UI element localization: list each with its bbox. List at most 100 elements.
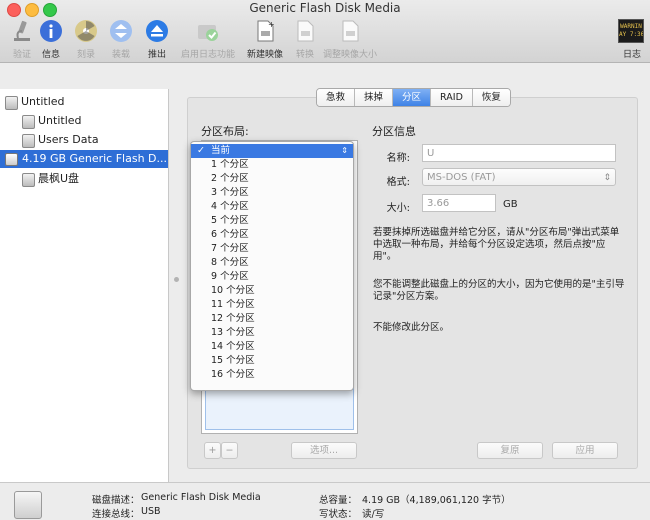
menu-item-label: 3 个分区	[211, 187, 249, 198]
menu-item-label: 8 个分区	[211, 257, 249, 268]
menu-item-partitions-3[interactable]: 3 个分区	[191, 186, 353, 200]
usb-drive-icon	[14, 491, 42, 519]
menu-item-label: 5 个分区	[211, 215, 249, 226]
menu-item-label: 2 个分区	[211, 173, 249, 184]
menu-item-partitions-15[interactable]: 15 个分区	[191, 354, 353, 368]
apply-button[interactable]: 应用	[552, 442, 618, 459]
eject-button[interactable]: 推出	[135, 18, 179, 60]
help-text-layout: 若要抹掉所选磁盘并给它分区，请从"分区布局"弹出式菜单中选取一种布局，并给每个分…	[373, 227, 620, 262]
menu-item-partitions-13[interactable]: 13 个分区	[191, 326, 353, 340]
menu-item-partitions-4[interactable]: 4 个分区	[191, 200, 353, 214]
menu-item-partitions-8[interactable]: 8 个分区	[191, 256, 353, 270]
enable-journal-label: 启用日志功能	[180, 50, 235, 60]
size-unit: GB	[503, 199, 518, 210]
log-label: 日志	[622, 50, 641, 60]
menu-item-partitions-9[interactable]: 9 个分区	[191, 270, 353, 284]
help-text-mbr: 您不能调整此磁盘上的分区的大小，因为它使用的是"主引导记录"分区方案。	[373, 279, 625, 302]
menu-item-partitions-1[interactable]: 1 个分区	[191, 158, 353, 172]
sidebar-item-label: 晨枫U盘	[38, 172, 80, 185]
menu-item-label: 13 个分区	[211, 327, 255, 338]
name-field[interactable]: U	[422, 144, 616, 162]
remove-partition-button[interactable]: −	[221, 442, 238, 459]
menu-item-label: 12 个分区	[211, 313, 255, 324]
capacity-value: 4.19 GB（4,189,061,120 字节）	[362, 495, 511, 506]
mount-icon	[110, 20, 132, 42]
usb-drive-icon	[5, 153, 18, 166]
sidebar-item-label: Users Data	[38, 133, 99, 146]
write-status-value: 读/写	[362, 509, 385, 520]
menu-item-current[interactable]: ✓ 当前 ⇕	[191, 144, 353, 158]
resize-image-icon	[342, 20, 359, 42]
menu-item-label: 1 个分区	[211, 159, 249, 170]
tab-bar: 急救 抹掉 分区 RAID 恢复	[316, 88, 511, 107]
tab-erase[interactable]: 抹掉	[355, 89, 394, 106]
enable-journal-button[interactable]: 启用日志功能	[181, 18, 235, 60]
resize-image-button[interactable]: 调整映像大小	[323, 18, 377, 60]
volume-icon	[22, 173, 35, 187]
size-label: 大小:	[386, 203, 410, 214]
split-view-handle[interactable]	[174, 277, 179, 282]
log-button[interactable]: WARNIN AY 7:36 日志	[610, 18, 650, 60]
disk-description-label: 磁盘描述：	[92, 495, 140, 506]
convert-icon	[297, 20, 314, 42]
size-field[interactable]: 3.66	[422, 194, 496, 212]
menu-item-label: 14 个分区	[211, 341, 255, 352]
journal-icon	[198, 25, 218, 41]
convert-button[interactable]: 转换	[283, 18, 327, 60]
menu-item-label: 9 个分区	[211, 271, 249, 282]
menu-item-label: 当前	[211, 145, 231, 156]
eject-label: 推出	[147, 50, 166, 60]
svg-text:+: +	[268, 20, 275, 29]
menu-item-partitions-16[interactable]: 16 个分区	[191, 368, 353, 382]
menu-item-partitions-2[interactable]: 2 个分区	[191, 172, 353, 186]
menu-item-partitions-10[interactable]: 10 个分区	[191, 284, 353, 298]
connection-bus-label: 连接总线：	[92, 509, 140, 520]
eject-icon	[146, 20, 168, 42]
sidebar-item-label: Untitled	[38, 114, 82, 127]
menu-item-label: 4 个分区	[211, 201, 249, 212]
sidebar-item-label: Untitled	[21, 95, 65, 108]
add-partition-button[interactable]: +	[204, 442, 221, 459]
disk-info-bar: 磁盘描述： Generic Flash Disk Media 连接总线： USB…	[0, 482, 650, 520]
name-label: 名称:	[386, 153, 410, 164]
info-icon	[40, 20, 62, 42]
window-title: Generic Flash Disk Media	[249, 1, 401, 15]
volume-icon	[22, 134, 35, 148]
menu-item-partitions-14[interactable]: 14 个分区	[191, 340, 353, 354]
sidebar-item-label: 4.19 GB Generic Flash D...	[22, 152, 167, 165]
menu-item-partitions-7[interactable]: 7 个分区	[191, 242, 353, 256]
write-status-label: 写状态：	[319, 509, 358, 520]
menu-item-label: 16 个分区	[211, 369, 255, 380]
console-log-icon: WARNIN AY 7:36	[618, 19, 644, 43]
menu-item-partitions-5[interactable]: 5 个分区	[191, 214, 353, 228]
disk-icon	[5, 96, 18, 110]
connection-bus-value: USB	[141, 506, 161, 517]
chevron-updown-icon: ⇕	[603, 173, 611, 183]
menu-item-label: 7 个分区	[211, 243, 249, 254]
menu-item-partitions-12[interactable]: 12 个分区	[191, 312, 353, 326]
menu-item-label: 10 个分区	[211, 285, 255, 296]
menu-item-partitions-11[interactable]: 11 个分区	[191, 298, 353, 312]
options-button[interactable]: 选项...	[291, 442, 357, 459]
chevron-updown-icon: ⇕	[341, 146, 348, 155]
menu-item-partitions-6[interactable]: 6 个分区	[191, 228, 353, 242]
tab-raid[interactable]: RAID	[431, 89, 473, 106]
format-value: MS-DOS (FAT)	[427, 172, 496, 183]
tab-restore[interactable]: 恢复	[472, 89, 510, 106]
layout-header: 分区布局:	[201, 125, 249, 138]
tab-partition[interactable]: 分区	[393, 89, 432, 106]
new-image-icon: +	[257, 20, 275, 42]
partition-layout-menu: ✓ 当前 ⇕ 1 个分区 2 个分区 3 个分区 4 个分区 5 个分区 6 个…	[190, 141, 354, 391]
checkmark-icon: ✓	[197, 145, 205, 156]
format-select[interactable]: MS-DOS (FAT) ⇕	[422, 168, 616, 186]
revert-button[interactable]: 复原	[477, 442, 543, 459]
sidebar-item-flash-disk[interactable]: 4.19 GB Generic Flash D...	[0, 150, 168, 168]
tab-first-aid[interactable]: 急救	[317, 89, 356, 106]
menu-item-label: 6 个分区	[211, 229, 249, 240]
sidebar: Untitled Untitled Users Data	[0, 89, 169, 482]
format-label: 格式:	[386, 177, 410, 188]
capacity-label: 总容量：	[319, 495, 358, 506]
menu-item-label: 11 个分区	[211, 299, 255, 310]
help-text-locked: 不能修改此分区。	[373, 322, 450, 333]
menu-item-label: 15 个分区	[211, 355, 255, 366]
